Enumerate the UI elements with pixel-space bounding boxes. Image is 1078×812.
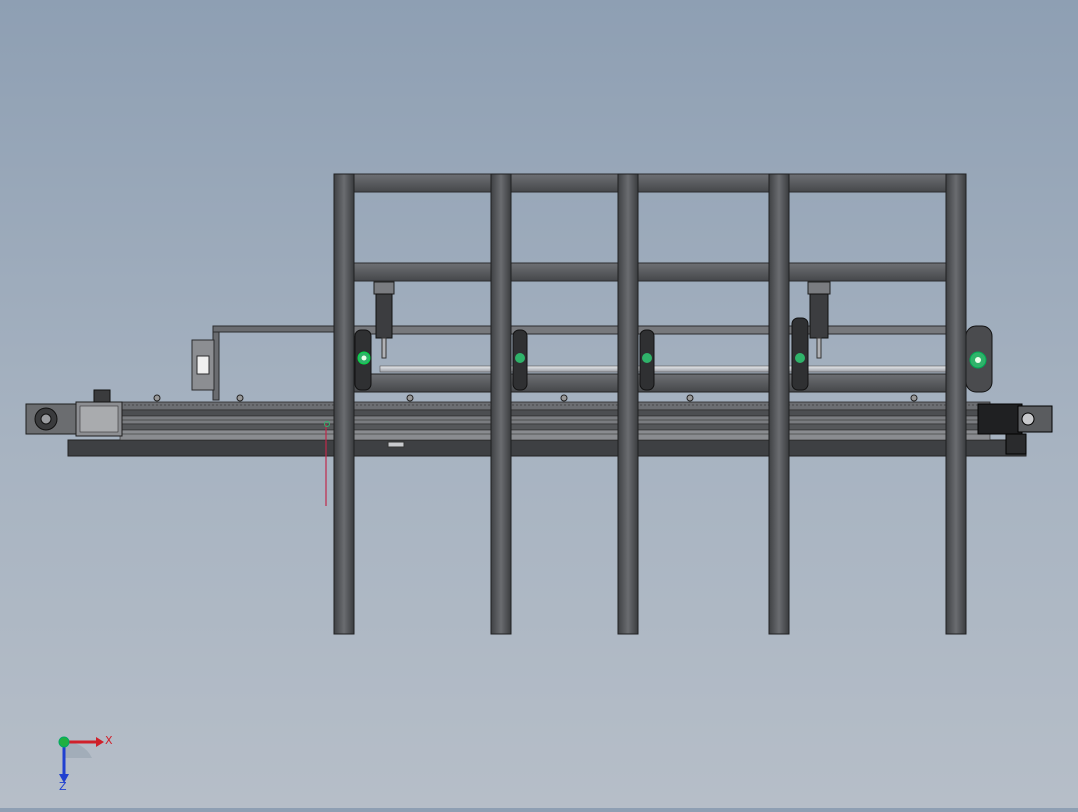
frame-post-2[interactable] bbox=[490, 173, 512, 635]
roller-shaft[interactable] bbox=[353, 365, 967, 393]
frame-post-5[interactable] bbox=[945, 173, 967, 635]
roller-wheel-1[interactable] bbox=[354, 329, 372, 391]
drive-motor[interactable] bbox=[25, 389, 123, 437]
z-axis-label: Z bbox=[59, 780, 67, 792]
roller-wheel-4[interactable] bbox=[791, 317, 809, 391]
pneumatic-cylinder-2[interactable] bbox=[807, 281, 831, 359]
roller-wheel-5[interactable] bbox=[965, 325, 993, 393]
roller-wheel-2[interactable] bbox=[512, 329, 528, 391]
coordinate-triad: X Z bbox=[44, 728, 124, 793]
frame-upper-crossbeam[interactable] bbox=[353, 262, 949, 282]
pneumatic-cylinder-1[interactable] bbox=[373, 281, 395, 359]
y-axis-origin bbox=[58, 736, 70, 748]
frame-top-beam[interactable] bbox=[333, 173, 967, 193]
x-axis-label: X bbox=[105, 734, 113, 747]
roller-wheel-3[interactable] bbox=[639, 329, 655, 391]
frame-post-4[interactable] bbox=[768, 173, 790, 635]
frame-post-1[interactable] bbox=[333, 173, 355, 635]
middle-rail[interactable] bbox=[353, 325, 967, 335]
graphics-viewport[interactable] bbox=[0, 0, 1078, 808]
conveyor-base[interactable] bbox=[67, 401, 1027, 457]
left-support-bracket[interactable] bbox=[191, 325, 354, 401]
frame-post-3[interactable] bbox=[617, 173, 639, 635]
